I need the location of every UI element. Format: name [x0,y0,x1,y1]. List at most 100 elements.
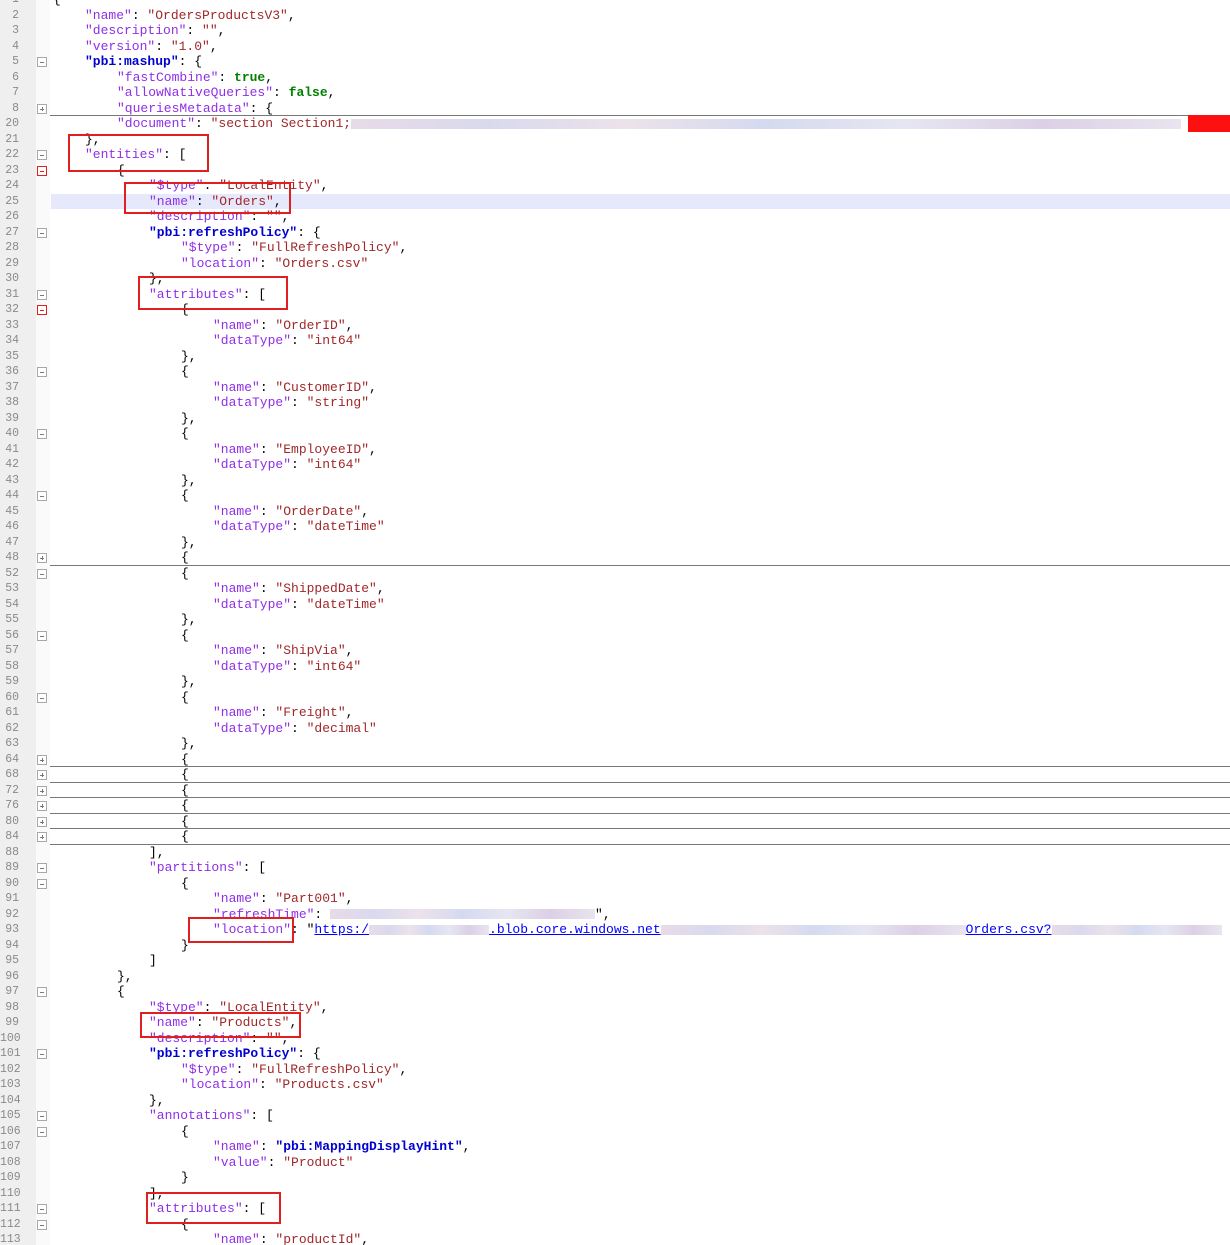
fold-toggle-icon[interactable] [37,289,47,300]
code-line[interactable]: 84 { [0,829,1230,845]
code-line[interactable]: 1{ [0,0,1230,8]
code-line[interactable]: 58 "dataType": "int64" [0,659,1230,675]
fold-toggle-icon[interactable] [37,165,47,176]
code-line[interactable]: 61 "name": "Freight", [0,705,1230,721]
fold-toggle-icon[interactable] [37,878,47,889]
code-line[interactable]: 48 { [0,550,1230,566]
code-line[interactable]: 7 "allowNativeQueries": false, [0,85,1230,101]
code-line[interactable]: 113 "name": "productId", [0,1232,1230,1245]
fold-toggle-icon[interactable] [37,568,47,579]
fold-toggle-icon[interactable] [37,150,47,160]
code-line[interactable]: 37 "name": "CustomerID", [0,380,1230,396]
fold-toggle-icon[interactable] [37,491,47,501]
fold-toggle-icon[interactable] [37,832,47,842]
code-line[interactable]: 62 "dataType": "decimal" [0,721,1230,737]
code-line[interactable]: 28 "$type": "FullRefreshPolicy", [0,240,1230,256]
code-line[interactable]: 104}, [0,1093,1230,1109]
code-line[interactable]: 96}, [0,969,1230,985]
url-link[interactable]: .blob.core.windows.net [489,922,661,937]
code-line[interactable]: 39}, [0,411,1230,427]
code-line[interactable]: 27 "pbi:refreshPolicy": { [0,225,1230,241]
code-line[interactable]: 95] [0,953,1230,969]
code-line[interactable]: 105 "annotations": [ [0,1108,1230,1124]
code-line[interactable]: 63}, [0,736,1230,752]
code-line[interactable]: 44 { [0,488,1230,504]
fold-toggle-icon[interactable] [37,1126,47,1137]
fold-toggle-icon[interactable] [37,754,47,765]
fold-toggle-icon[interactable] [37,692,47,703]
fold-toggle-icon[interactable] [37,305,47,315]
code-text: "dataType": "decimal" [213,721,377,737]
fold-toggle-icon[interactable] [37,1049,47,1059]
url-link[interactable]: https:/ [314,922,369,937]
code-line[interactable]: 42 "dataType": "int64" [0,457,1230,473]
code-line[interactable]: 53 "name": "ShippedDate", [0,581,1230,597]
code-line[interactable]: 41 "name": "EmployeeID", [0,442,1230,458]
code-line[interactable]: 4 "version": "1.0", [0,39,1230,55]
code-line[interactable]: 35}, [0,349,1230,365]
code-line[interactable]: 89 "partitions": [ [0,860,1230,876]
code-line[interactable]: 97 { [0,984,1230,1000]
code-line[interactable]: 64 { [0,752,1230,768]
code-line[interactable]: 72 { [0,783,1230,799]
code-line[interactable]: 38 "dataType": "string" [0,395,1230,411]
code-line[interactable]: 68 { [0,767,1230,783]
code-line[interactable]: 106 { [0,1124,1230,1140]
code-line[interactable]: 2 "name": "OrdersProductsV3", [0,8,1230,24]
code-line[interactable]: 76 { [0,798,1230,814]
code-line[interactable]: 94} [0,938,1230,954]
code-line[interactable]: 107 "name": "pbi:MappingDisplayHint", [0,1139,1230,1155]
code-line[interactable]: 88], [0,845,1230,861]
fold-separator [50,843,1230,845]
code-line[interactable]: 34 "dataType": "int64" [0,333,1230,349]
code-line[interactable]: 6 "fastCombine": true, [0,70,1230,86]
code-editor[interactable]: 1{2"name": "OrdersProductsV3",3"descript… [0,0,1230,1245]
code-line[interactable]: 54 "dataType": "dateTime" [0,597,1230,613]
code-line[interactable]: 33 "name": "OrderID", [0,318,1230,334]
code-line[interactable]: 59}, [0,674,1230,690]
code-line[interactable]: 93 "location": "https:/.blob.core.windows… [0,922,1230,938]
fold-toggle-icon[interactable] [37,785,47,796]
code-line[interactable]: 102 "$type": "FullRefreshPolicy", [0,1062,1230,1078]
url-link[interactable]: Orders.csv? [966,922,1052,937]
code-line[interactable]: 8 "queriesMetadata": { [0,101,1230,117]
code-line[interactable]: 101 "pbi:refreshPolicy": { [0,1046,1230,1062]
code-line[interactable]: 91 "name": "Part001", [0,891,1230,907]
fold-toggle-icon[interactable] [37,987,47,997]
code-line[interactable]: 92 "refreshTime": ", [0,907,1230,923]
code-line[interactable]: 47}, [0,535,1230,551]
fold-toggle-icon[interactable] [37,863,47,873]
code-line[interactable]: 29 "location": "Orders.csv" [0,256,1230,272]
code-line[interactable]: 40 { [0,426,1230,442]
fold-toggle-icon[interactable] [37,553,47,563]
fold-toggle-icon[interactable] [37,1219,47,1230]
fold-toggle-icon[interactable] [37,57,47,67]
code-line[interactable]: 45 "name": "OrderDate", [0,504,1230,520]
code-line[interactable]: 90 { [0,876,1230,892]
fold-toggle-icon[interactable] [37,367,47,377]
fold-toggle-icon[interactable] [37,103,47,114]
code-line[interactable]: 103 "location": "Products.csv" [0,1077,1230,1093]
code-line[interactable]: 80 { [0,814,1230,830]
code-line[interactable]: 20 "document": "section Section1; [0,116,1230,132]
code-line[interactable]: 52 { [0,566,1230,582]
code-line[interactable]: 5 "pbi:mashup": { [0,54,1230,70]
fold-toggle-icon[interactable] [37,227,47,238]
fold-toggle-icon[interactable] [37,770,47,780]
fold-toggle-icon[interactable] [37,801,47,811]
code-line[interactable]: 3 "description": "", [0,23,1230,39]
fold-toggle-icon[interactable] [37,1204,47,1214]
code-line[interactable]: 109} [0,1170,1230,1186]
code-line[interactable]: 46 "dataType": "dateTime" [0,519,1230,535]
code-line[interactable]: 108 "value": "Product" [0,1155,1230,1171]
code-line[interactable]: 56 { [0,628,1230,644]
code-line[interactable]: 57 "name": "ShipVia", [0,643,1230,659]
code-line[interactable]: 55}, [0,612,1230,628]
code-line[interactable]: 36 { [0,364,1230,380]
fold-toggle-icon[interactable] [37,1111,47,1121]
code-line[interactable]: 43}, [0,473,1230,489]
fold-toggle-icon[interactable] [37,429,47,439]
fold-toggle-icon[interactable] [37,816,47,827]
code-line[interactable]: 60 { [0,690,1230,706]
fold-toggle-icon[interactable] [37,630,47,641]
